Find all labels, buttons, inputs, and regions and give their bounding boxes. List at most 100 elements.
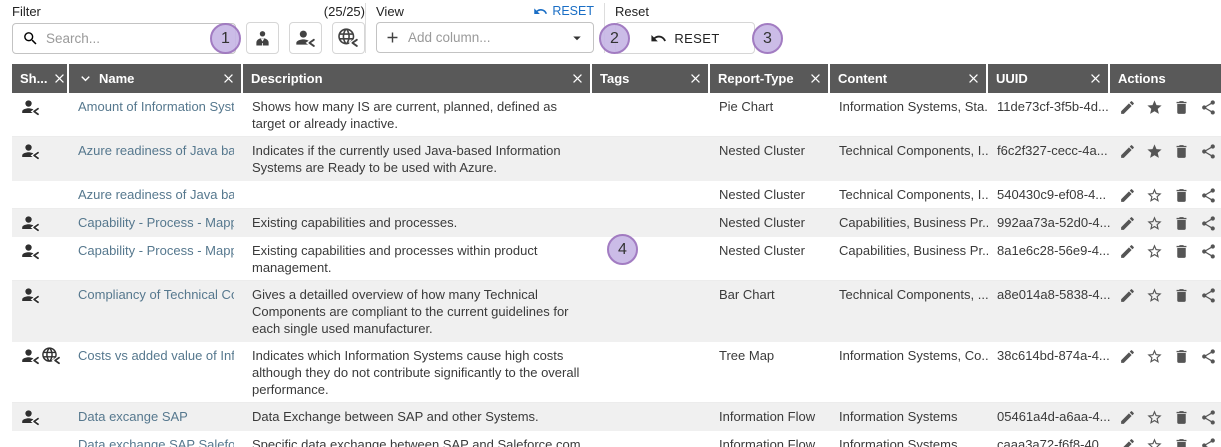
table-row[interactable]: Data excange SAP Data Exchange between S… — [12, 403, 1221, 431]
star-icon[interactable] — [1146, 243, 1163, 260]
delete-icon[interactable] — [1173, 187, 1190, 204]
share-icon[interactable] — [1200, 409, 1217, 426]
reset-button-label: RESET — [674, 31, 719, 46]
delete-icon[interactable] — [1173, 243, 1190, 260]
report-type-cell: Nested Cluster — [710, 137, 830, 180]
edit-icon[interactable] — [1119, 187, 1136, 204]
table-row[interactable]: Amount of Information Syst... Shows how … — [12, 93, 1221, 137]
view-label: View — [376, 4, 404, 19]
add-column-select[interactable]: Add column... — [376, 22, 594, 53]
table-row[interactable]: Azure readiness of Java bas... Indicates… — [12, 137, 1221, 181]
report-name-link[interactable]: Capability - Process - Mappi... — [78, 242, 234, 259]
table-row[interactable]: Compliancy of Technical Co... Gives a de… — [12, 281, 1221, 342]
delete-icon[interactable] — [1173, 437, 1190, 447]
table-row[interactable]: Capability - Process - Mappi... Existing… — [12, 209, 1221, 237]
report-name-link[interactable]: Amount of Information Syst... — [78, 98, 234, 115]
star-icon[interactable] — [1146, 143, 1163, 160]
share-icon[interactable] — [1200, 143, 1217, 160]
report-name-link[interactable]: Capability - Process - Mappi... — [78, 214, 234, 231]
close-icon[interactable] — [966, 71, 981, 86]
table-body: Amount of Information Syst... Shows how … — [12, 93, 1221, 447]
delete-icon[interactable] — [1173, 348, 1190, 365]
view-group: View RESET Add column... — [376, 3, 594, 55]
delete-icon[interactable] — [1173, 99, 1190, 116]
close-icon[interactable] — [221, 71, 236, 86]
sort-chevron-icon[interactable] — [77, 70, 94, 87]
share-icon[interactable] — [1200, 215, 1217, 232]
reset-button[interactable]: RESET — [615, 22, 755, 54]
table-row[interactable]: Azure readiness of Java bas... Nested Cl… — [12, 181, 1221, 209]
edit-icon[interactable] — [1119, 243, 1136, 260]
edit-icon[interactable] — [1119, 99, 1136, 116]
delete-icon[interactable] — [1173, 409, 1190, 426]
close-icon[interactable] — [570, 71, 585, 86]
table-row[interactable]: Data exchange SAP Saleforce Specific dat… — [12, 431, 1221, 447]
report-name-link[interactable]: Azure readiness of Java bas... — [78, 142, 234, 159]
shared-cell — [12, 342, 69, 402]
column-header-description[interactable]: Description — [243, 64, 592, 93]
star-icon[interactable] — [1146, 99, 1163, 116]
close-icon[interactable] — [808, 71, 823, 86]
column-header-content[interactable]: Content — [830, 64, 988, 93]
column-header-name[interactable]: Name — [69, 64, 243, 93]
column-header-tags[interactable]: Tags — [592, 64, 710, 93]
delete-icon[interactable] — [1173, 143, 1190, 160]
close-icon[interactable] — [1088, 71, 1103, 86]
column-header-uuid[interactable]: UUID — [988, 64, 1110, 93]
star-icon[interactable] — [1146, 409, 1163, 426]
column-header-report-type[interactable]: Report-Type — [710, 64, 830, 93]
shared-cell — [12, 403, 69, 430]
reset-group: Reset RESET — [615, 3, 755, 55]
edit-icon[interactable] — [1119, 437, 1136, 447]
tags-cell — [592, 209, 710, 236]
edit-icon[interactable] — [1119, 215, 1136, 232]
shared-with-user-filter-button[interactable] — [289, 22, 322, 54]
actions-cell — [1110, 403, 1221, 430]
share-icon[interactable] — [1200, 243, 1217, 260]
uuid-cell: 992aa73a-52d0-4... — [988, 209, 1110, 236]
delete-icon[interactable] — [1173, 287, 1190, 304]
search-input[interactable]: Search... — [12, 23, 236, 54]
close-icon[interactable] — [688, 71, 703, 86]
report-name-link[interactable]: Data excange SAP — [78, 408, 234, 425]
star-icon[interactable] — [1146, 437, 1163, 447]
edit-icon[interactable] — [1119, 287, 1136, 304]
star-icon[interactable] — [1146, 187, 1163, 204]
actions-cell — [1110, 93, 1221, 136]
share-icon[interactable] — [1200, 287, 1217, 304]
name-cell: Capability - Process - Mappi... — [69, 237, 243, 280]
content-cell: Technical Components, I... — [830, 181, 988, 208]
shared-by-user-filter-button[interactable] — [246, 22, 279, 54]
star-icon[interactable] — [1146, 287, 1163, 304]
view-reset-link[interactable]: RESET — [533, 4, 594, 19]
close-icon[interactable] — [52, 71, 67, 86]
shared-cell — [12, 181, 69, 208]
person-icon — [252, 28, 273, 49]
public-shared-filter-button[interactable] — [332, 22, 365, 54]
star-icon[interactable] — [1146, 215, 1163, 232]
share-icon[interactable] — [1200, 99, 1217, 116]
content-cell: Technical Components, I... — [830, 137, 988, 180]
star-icon[interactable] — [1146, 348, 1163, 365]
share-icon[interactable] — [1200, 437, 1217, 447]
column-header-shared[interactable]: Sh... — [12, 64, 69, 93]
delete-icon[interactable] — [1173, 215, 1190, 232]
edit-icon[interactable] — [1119, 348, 1136, 365]
actions-cell — [1110, 237, 1221, 280]
content-cell: Information Systems, Sta... — [830, 93, 988, 136]
report-name-link[interactable]: Data exchange SAP Saleforce — [78, 436, 234, 447]
shared-cell — [12, 237, 69, 280]
description-cell: Specific data exchange between SAP and S… — [243, 431, 592, 447]
report-type-cell: Nested Cluster — [710, 181, 830, 208]
report-name-link[interactable]: Azure readiness of Java bas... — [78, 186, 234, 203]
edit-icon[interactable] — [1119, 409, 1136, 426]
report-type-cell: Nested Cluster — [710, 237, 830, 280]
name-cell: Data excange SAP — [69, 403, 243, 430]
share-icon[interactable] — [1200, 187, 1217, 204]
report-name-link[interactable]: Costs vs added value of Info... — [78, 347, 234, 364]
report-name-link[interactable]: Compliancy of Technical Co... — [78, 286, 234, 303]
table-row[interactable]: Costs vs added value of Info... Indicate… — [12, 342, 1221, 403]
share-icon[interactable] — [1200, 348, 1217, 365]
uuid-cell: caaa3a72-f6f8-40... — [988, 431, 1110, 447]
edit-icon[interactable] — [1119, 143, 1136, 160]
